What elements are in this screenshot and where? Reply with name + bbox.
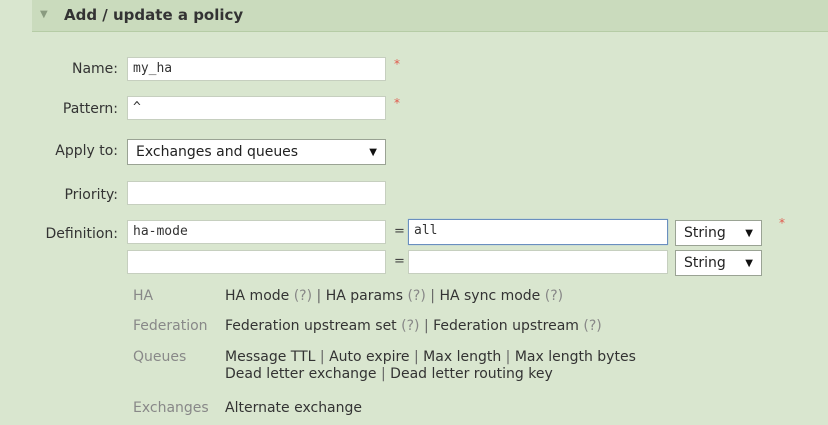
separator: | (430, 288, 435, 304)
help-link[interactable]: Dead letter exchange (225, 366, 377, 382)
apply-to-label: Apply to: (55, 143, 118, 159)
help-category-ha: HA (133, 288, 154, 304)
pattern-label: Pattern: (62, 101, 118, 117)
separator: | (381, 366, 386, 382)
dropdown-caret-icon: ▼ (369, 147, 377, 158)
name-input[interactable]: my_ha (127, 57, 386, 81)
definition-value-input[interactable] (408, 250, 668, 274)
definition-type-value: String (684, 225, 726, 241)
definition-key-input[interactable]: ha-mode (127, 220, 386, 244)
definition-required-marker: * (779, 216, 785, 230)
definition-key-input[interactable] (127, 250, 386, 274)
help-question-link[interactable]: (?) (294, 288, 312, 304)
priority-input[interactable] (127, 181, 386, 205)
help-link[interactable]: Max length bytes (515, 349, 636, 365)
help-link[interactable]: HA params (326, 288, 403, 304)
dropdown-caret-icon: ▼ (745, 228, 753, 239)
definition-type-select[interactable]: String ▼ (675, 250, 762, 276)
help-category-federation: Federation (133, 318, 208, 334)
help-link[interactable]: Federation upstream set (225, 318, 397, 334)
definition-type-select[interactable]: String ▼ (675, 220, 762, 246)
help-question-link[interactable]: (?) (583, 318, 601, 334)
help-links-exchanges: Alternate exchange (225, 400, 362, 417)
separator: | (423, 318, 429, 334)
help-link[interactable]: Auto expire (329, 349, 409, 365)
definition-label: Definition: (45, 226, 118, 242)
help-question-link[interactable]: (?) (407, 288, 425, 304)
separator: | (319, 349, 325, 365)
help-question-link[interactable]: (?) (545, 288, 563, 304)
apply-to-select[interactable]: Exchanges and queues ▼ (127, 139, 386, 165)
apply-to-selected-value: Exchanges and queues (136, 144, 299, 160)
help-link[interactable]: Message TTL (225, 349, 315, 365)
name-required-marker: * (394, 57, 400, 71)
help-links-queues: Message TTL | Auto expire | Max length |… (225, 349, 636, 383)
help-question-link[interactable]: (?) (401, 318, 419, 334)
equals-sign: = (394, 254, 405, 269)
definition-value-input[interactable]: all (408, 219, 668, 245)
panel-title: Add / update a policy (64, 6, 244, 24)
separator: | (414, 349, 419, 365)
dropdown-caret-icon: ▼ (745, 258, 753, 269)
pattern-input[interactable]: ^ (127, 96, 386, 120)
help-link[interactable]: Alternate exchange (225, 400, 362, 416)
help-link[interactable]: Dead letter routing key (390, 366, 553, 382)
policy-panel-header[interactable]: ▼ Add / update a policy (32, 0, 828, 32)
help-category-queues: Queues (133, 349, 187, 365)
help-category-exchanges: Exchanges (133, 400, 209, 416)
definition-type-value: String (684, 255, 726, 271)
help-link[interactable]: Max length (423, 349, 501, 365)
help-link[interactable]: HA mode (225, 288, 289, 304)
help-links-federation: Federation upstream set (?) | Federation… (225, 318, 602, 335)
help-link[interactable]: HA sync mode (439, 288, 540, 304)
pattern-required-marker: * (394, 96, 400, 110)
priority-label: Priority: (64, 187, 118, 203)
name-label: Name: (71, 61, 118, 77)
help-links-ha: HA mode (?) | HA params (?) | HA sync mo… (225, 288, 563, 305)
collapse-triangle-icon[interactable]: ▼ (40, 9, 48, 20)
separator: | (316, 288, 322, 304)
help-link[interactable]: Federation upstream (433, 318, 579, 334)
separator: | (505, 349, 511, 365)
equals-sign: = (394, 224, 405, 239)
